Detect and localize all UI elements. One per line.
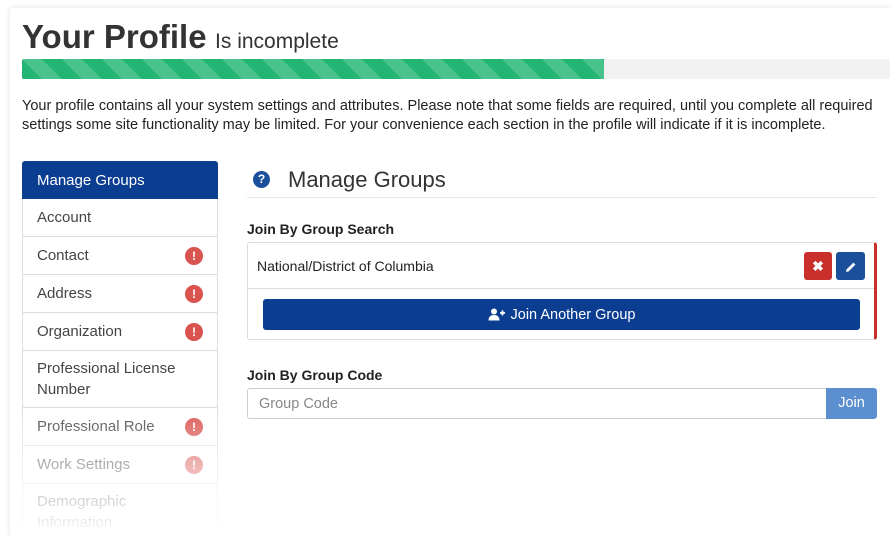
sidebar-item-label: Contact	[37, 247, 89, 264]
section-title: Manage Groups	[288, 166, 446, 192]
sidebar-item-label: Account	[37, 209, 92, 226]
exclamation-circle-icon: !	[185, 246, 203, 265]
group-row: National/District of Columbia ✖	[248, 243, 874, 289]
profile-progress-bar	[22, 59, 890, 79]
group-code-input[interactable]	[247, 388, 826, 419]
sidebar-item-work-settings[interactable]: Work Settings !	[22, 446, 218, 484]
profile-progress-fill	[22, 59, 604, 79]
edit-group-button[interactable]	[836, 252, 865, 280]
section-header: ? Manage Groups	[247, 166, 877, 198]
times-icon: ✖	[812, 258, 824, 274]
sidebar-item-manage-groups[interactable]: Manage Groups	[22, 161, 218, 199]
sidebar-item-label: Manage Groups	[37, 171, 145, 189]
profile-page: Your Profile Is incomplete Your profile …	[10, 8, 892, 537]
delete-group-button[interactable]: ✖	[804, 252, 832, 280]
group-code-form: Join	[247, 388, 877, 419]
page-title-main: Your Profile	[22, 18, 207, 55]
sidebar-item-label: Work Settings	[37, 456, 131, 473]
sidebar-item-account[interactable]: Account	[22, 199, 218, 237]
sidebar-item-organization[interactable]: Organization !	[22, 313, 218, 351]
sidebar-item-label: Demographic Information	[37, 493, 127, 531]
sidebar-item-demographic-information[interactable]: Demographic Information	[22, 484, 218, 534]
exclamation-circle-icon: !	[185, 455, 203, 474]
sidebar-item-label: Professional License Number	[37, 360, 176, 398]
user-plus-icon	[488, 308, 505, 321]
join-by-search-label: Join By Group Search	[247, 221, 395, 237]
sidebar-item-label: Address	[37, 285, 93, 302]
exclamation-circle-icon: !	[185, 417, 203, 436]
sidebar-item-contact[interactable]: Contact !	[22, 237, 218, 275]
question-circle-icon[interactable]: ?	[253, 171, 270, 188]
exclamation-circle-icon: !	[185, 322, 203, 341]
sidebar-item-label: Organization	[37, 323, 123, 340]
group-list: National/District of Columbia ✖ Join Ano…	[247, 242, 877, 340]
sidebar-item-label: Professional Role	[37, 418, 155, 435]
page-title-status: Is incomplete	[215, 30, 339, 53]
sidebar-item-address[interactable]: Address !	[22, 275, 218, 313]
sidebar-item-professional-license-number[interactable]: Professional License Number	[22, 351, 218, 408]
group-name: National/District of Columbia	[257, 257, 434, 274]
pencil-icon	[845, 262, 855, 272]
profile-sidebar: Manage Groups Account Contact ! Address …	[22, 161, 218, 534]
page-title: Your Profile Is incomplete	[22, 18, 339, 56]
join-another-group-button[interactable]: Join Another Group	[263, 299, 860, 330]
manage-groups-panel: ? Manage Groups Join By Group Search Nat…	[247, 166, 877, 419]
profile-intro-text: Your profile contains all your system se…	[22, 98, 873, 133]
join-by-code-label: Join By Group Code	[247, 367, 383, 383]
join-button[interactable]: Join	[826, 388, 877, 419]
sidebar-item-professional-role[interactable]: Professional Role !	[22, 408, 218, 446]
exclamation-circle-icon: !	[185, 284, 203, 303]
join-another-group-label: Join Another Group	[510, 306, 636, 323]
